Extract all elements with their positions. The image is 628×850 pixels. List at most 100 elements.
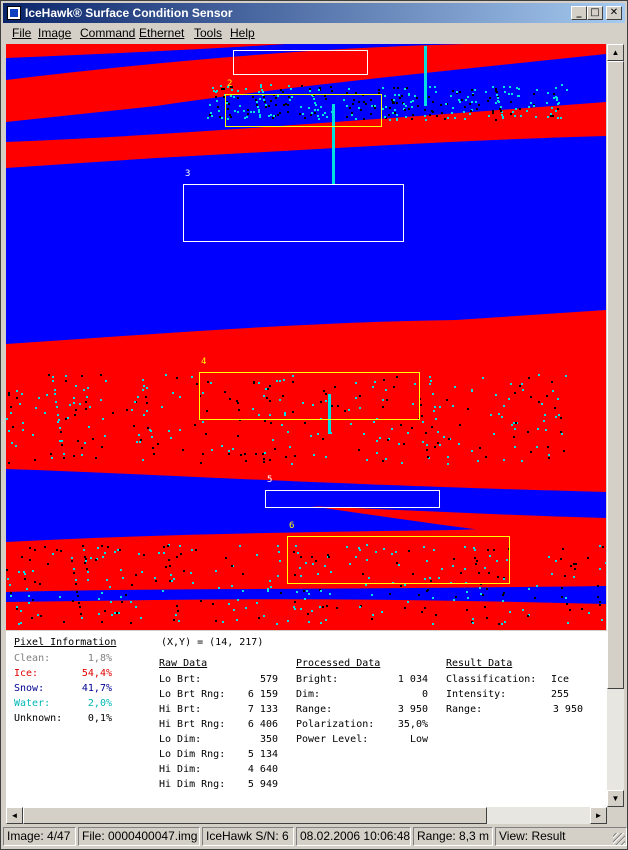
speckle-pixel [396,114,398,116]
speckle-pixel [560,417,562,419]
speckle-pixel [392,101,394,103]
speckle-pixel [371,594,373,596]
pixel-info-title: Pixel Information [14,637,117,648]
sensor-image-view[interactable]: 2 3 4 5 6 [6,44,606,630]
speckle-pixel [22,422,24,424]
horizontal-scrollbar[interactable]: ◄ ► [6,807,607,824]
speckle-pixel [35,407,37,409]
close-button[interactable]: ✕ [606,6,622,20]
menu-file[interactable]: File [12,26,31,40]
speckle-pixel [487,100,489,102]
speckle-pixel [301,85,303,87]
speckle-pixel [454,117,456,119]
processed-data-row-label: Bright: [296,674,339,685]
speckle-pixel [452,405,454,407]
menu-help[interactable]: Help [230,26,255,40]
scroll-down-button[interactable]: ▼ [607,790,624,807]
speckle-pixel [89,406,91,408]
speckle-pixel [98,598,100,600]
speckle-pixel [446,399,448,401]
resize-grip[interactable] [613,833,625,845]
scroll-left-button[interactable]: ◄ [6,807,23,824]
status-image: Image: 4/47 [3,827,76,846]
speckle-pixel [455,596,457,598]
menu-command[interactable]: Command [80,26,135,40]
speckle-pixel [137,396,139,398]
speckle-pixel [59,440,61,442]
speckle-pixel [192,582,194,584]
speckle-pixel [85,558,87,560]
speckle-pixel [170,574,172,576]
speckle-pixel [212,87,214,89]
minimize-button[interactable]: _ [571,6,587,20]
speckle-pixel [467,408,469,410]
speckle-pixel [365,584,367,586]
scroll-up-button[interactable]: ▲ [607,44,624,61]
speckle-pixel [319,606,321,608]
horizontal-scroll-thumb[interactable] [23,807,487,824]
speckle-pixel [508,398,510,400]
speckle-pixel [56,549,58,551]
speckle-pixel [101,446,103,448]
speckle-pixel [404,109,406,111]
title-bar[interactable]: IceHawk® Surface Condition Sensor _ □ ✕ [3,3,625,23]
speckle-pixel [509,86,511,88]
speckle-pixel [16,606,18,608]
speckle-pixel [515,422,517,424]
speckle-pixel [490,414,492,416]
speckle-pixel [528,106,530,108]
speckle-pixel [67,417,69,419]
speckle-pixel [569,609,571,611]
speckle-pixel [432,597,434,599]
raw-data-row-label: Hi Brt: [159,704,202,715]
roi-4[interactable] [199,372,420,420]
speckle-pixel [81,454,83,456]
speckle-pixel [575,563,577,565]
raw-data-row-label: Hi Dim: [159,764,202,775]
coordinates-readout: (X,Y) = (14, 217) [161,637,264,648]
maximize-button[interactable]: □ [587,6,603,20]
speckle-pixel [16,397,18,399]
speckle-pixel [397,87,399,89]
speckle-pixel [101,545,103,547]
speckle-pixel [588,612,590,614]
speckle-pixel [73,402,75,404]
speckle-pixel [466,609,468,611]
roi-6[interactable] [287,536,510,584]
speckle-pixel [484,606,486,608]
speckle-pixel [169,580,171,582]
speckle-pixel [10,592,12,594]
speckle-pixel [427,456,429,458]
menu-image[interactable]: Image [38,26,71,40]
speckle-pixel [175,614,177,616]
roi-1[interactable] [233,50,368,75]
speckle-pixel [281,424,283,426]
speckle-pixel [502,594,504,596]
roi-2-label: 2 [227,79,233,89]
speckle-pixel [111,614,113,616]
speckle-pixel [73,568,75,570]
app-icon[interactable] [7,6,21,20]
menu-tools[interactable]: Tools [194,26,222,40]
vertical-scrollbar[interactable]: ▲ ▼ [607,44,624,807]
speckle-pixel [474,89,476,91]
speckle-pixel [133,425,135,427]
speckle-pixel [291,463,293,465]
raw-data-row-value: 5 134 [247,749,278,760]
speckle-pixel [461,99,463,101]
roi-2[interactable] [225,94,382,127]
speckle-pixel [401,462,403,464]
raw-data-row-label: Hi Dim Rng: [159,779,226,790]
speckle-pixel [504,91,506,93]
menu-ethernet[interactable]: Ethernet [139,26,184,40]
speckle-pixel [84,556,86,558]
scroll-right-button[interactable]: ► [590,807,607,824]
roi-3[interactable] [183,184,404,242]
speckle-pixel [599,568,601,570]
speckle-pixel [320,590,322,592]
speckle-pixel [87,579,89,581]
speckle-pixel [216,100,218,102]
roi-5[interactable] [265,490,440,508]
speckle-pixel [75,385,77,387]
vertical-scroll-thumb[interactable] [607,61,624,689]
